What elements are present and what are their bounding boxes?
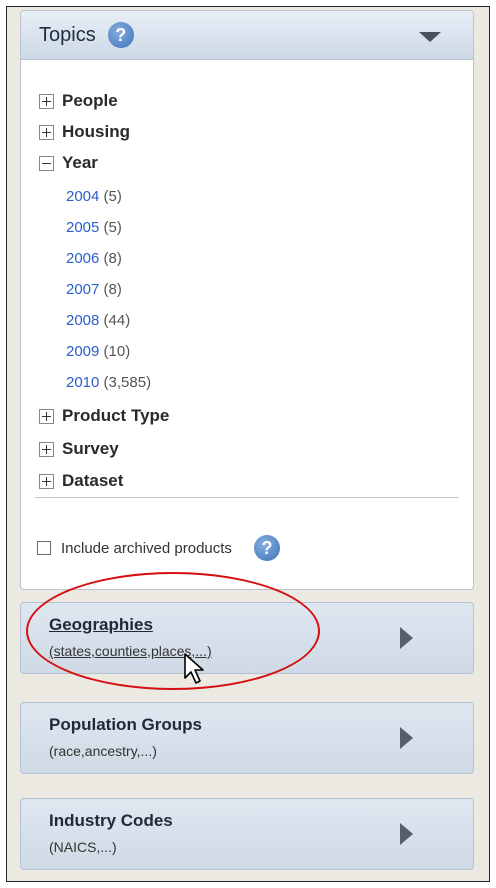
year-item-2008[interactable]: 2008 (44) [66,312,130,329]
chevron-right-icon[interactable] [400,627,413,649]
mouse-pointer-icon [184,653,204,684]
expand-plus-icon[interactable] [39,441,54,457]
topic-item-dataset[interactable]: Dataset [39,471,123,491]
topics-header[interactable]: Topics ? [21,11,473,60]
topic-label: Housing [62,122,130,141]
chevron-down-icon[interactable] [419,32,441,42]
year-item-2006[interactable]: 2006 (8) [66,250,122,267]
expand-plus-icon[interactable] [39,408,54,424]
panel-subtitle: (race,ancestry,...) [49,743,157,759]
chevron-right-icon[interactable] [400,823,413,845]
year-item-2010[interactable]: 2010 (3,585) [66,374,151,391]
chevron-right-icon[interactable] [400,727,413,749]
year-count: (5) [103,219,122,236]
year-item-2004[interactable]: 2004 (5) [66,188,122,205]
panel-title[interactable]: Geographies [49,615,153,635]
year-count: (10) [103,343,131,360]
include-archived-label[interactable]: Include archived products [61,540,232,557]
year-link[interactable]: 2009 [66,343,99,360]
year-item-2005[interactable]: 2005 (5) [66,219,122,236]
collapse-minus-icon[interactable] [39,155,54,171]
topics-panel: Topics ? People Housing Year 2004 (5) 20… [20,10,474,590]
divider [35,497,459,498]
year-count: (8) [103,281,122,298]
year-link[interactable]: 2005 [66,219,99,236]
industry-codes-panel[interactable]: Industry Codes (NAICS,...) [20,798,474,870]
help-icon[interactable]: ? [253,535,280,561]
year-count: (44) [103,312,131,329]
include-archived-checkbox[interactable] [37,541,51,555]
topic-label: Year [62,153,98,172]
year-count: (5) [103,188,122,205]
topic-label: People [62,91,118,110]
expand-plus-icon[interactable] [39,124,54,140]
expand-plus-icon[interactable] [39,473,54,489]
year-link[interactable]: 2006 [66,250,99,267]
year-link[interactable]: 2008 [66,312,99,329]
year-count: (8) [103,250,122,267]
panel-title[interactable]: Population Groups [49,715,202,735]
geographies-panel[interactable]: Geographies (states,counties,places,...) [20,602,474,674]
year-count: (3,585) [103,374,152,391]
expand-plus-icon[interactable] [39,93,54,109]
topic-item-year[interactable]: Year [39,153,98,173]
population-groups-panel[interactable]: Population Groups (race,ancestry,...) [20,702,474,774]
topic-item-people[interactable]: People [39,91,118,111]
topic-item-housing[interactable]: Housing [39,122,130,142]
year-link[interactable]: 2007 [66,281,99,298]
year-item-2007[interactable]: 2007 (8) [66,281,122,298]
topic-item-survey[interactable]: Survey [39,439,119,459]
year-item-2009[interactable]: 2009 (10) [66,343,130,360]
help-icon[interactable]: ? [107,22,134,48]
topic-label: Product Type [62,406,170,425]
topic-label: Survey [62,439,119,458]
topics-title: Topics [39,23,96,46]
panel-subtitle: (NAICS,...) [49,839,117,855]
archive-option: Include archived products ? [37,535,280,561]
year-link[interactable]: 2010 [66,374,99,391]
year-link[interactable]: 2004 [66,188,99,205]
panel-title[interactable]: Industry Codes [49,811,173,831]
topic-label: Dataset [62,471,124,490]
topic-item-product-type[interactable]: Product Type [39,406,169,426]
